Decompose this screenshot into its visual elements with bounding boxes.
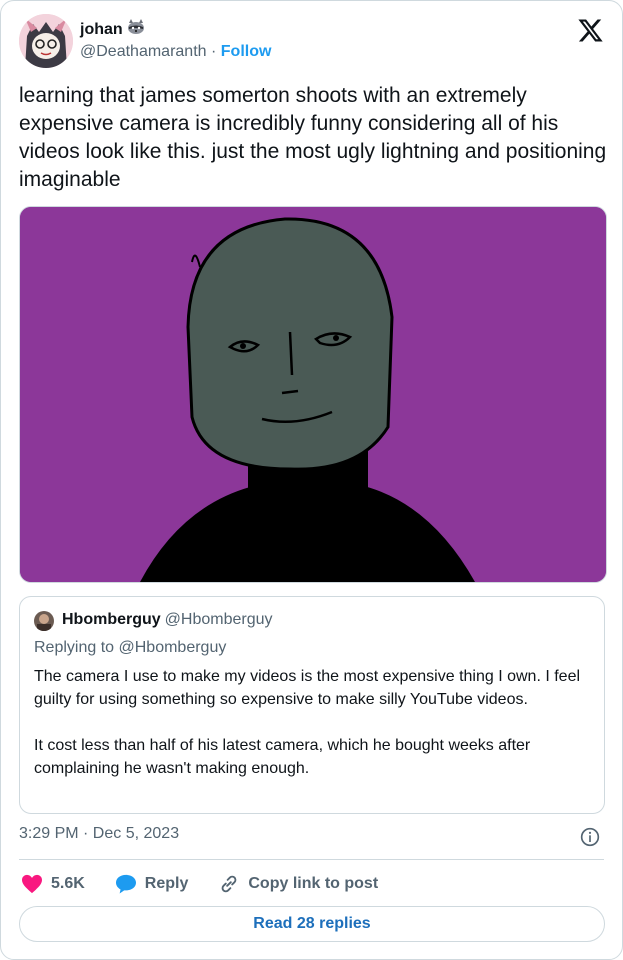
- reply-label: Reply: [144, 875, 189, 892]
- post-timestamp[interactable]: 3:29 PM · Dec 5, 2023: [19, 825, 179, 843]
- quoted-author-name[interactable]: Hbomberguy: [62, 611, 161, 628]
- link-icon: [222, 875, 237, 893]
- info-icon[interactable]: [580, 827, 600, 847]
- post-actions: 5.6K Reply Copy link to post: [21, 871, 408, 897]
- author-name-row[interactable]: johan: [80, 19, 145, 40]
- read-replies-button[interactable]: Read 28 replies: [19, 906, 605, 942]
- author-handle-row: @Deathamaranth · Follow: [80, 43, 271, 61]
- post-text: learning that james somerton shoots with…: [19, 84, 607, 191]
- quoted-post-text: The camera I use to make my videos is th…: [34, 668, 581, 777]
- like-button[interactable]: 5.6K: [21, 874, 85, 894]
- handle-separator: ·: [210, 43, 217, 60]
- follow-link[interactable]: Follow: [221, 43, 272, 60]
- copy-link-label: Copy link to post: [248, 875, 379, 892]
- raccoon-emoji-icon: [127, 19, 145, 40]
- author-handle[interactable]: @Deathamaranth: [80, 43, 207, 60]
- copy-link-button[interactable]: Copy link to post: [218, 873, 378, 895]
- reply-button[interactable]: Reply: [115, 874, 189, 894]
- quoted-post[interactable]: Hbomberguy @Hbomberguy Replying to @Hbomb…: [19, 596, 605, 814]
- x-logo-icon[interactable]: [577, 17, 604, 44]
- drawn-face-illustration: [20, 207, 606, 582]
- post-header: johan @Deathamaranth · Follow: [19, 14, 604, 70]
- replying-to-label: Replying to @Hbomberguy: [34, 639, 227, 656]
- author-avatar[interactable]: [19, 14, 73, 68]
- like-count: 5.6K: [51, 875, 85, 892]
- heart-icon: [22, 874, 42, 894]
- post-image[interactable]: [19, 206, 607, 583]
- speech-bubble-icon: [115, 874, 136, 894]
- divider: [19, 859, 604, 860]
- author-name[interactable]: johan: [80, 21, 123, 39]
- embedded-post-card: johan @Deathamaranth · Follow learning t…: [0, 0, 623, 960]
- quoted-author-handle[interactable]: @Hbomberguy: [165, 611, 273, 628]
- quoted-author-row: Hbomberguy @Hbomberguy: [62, 611, 273, 629]
- quoted-author-avatar[interactable]: [34, 611, 54, 631]
